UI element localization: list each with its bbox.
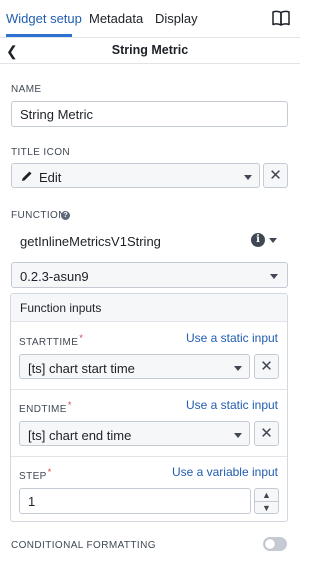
panel-header: ❮ String Metric	[0, 38, 300, 64]
book-icon[interactable]	[272, 10, 290, 26]
function-inputs-panel: Function inputs STARTTIME* Use a static …	[10, 293, 288, 522]
page-title: String Metric	[111, 43, 189, 57]
step-label-text: STEP	[19, 471, 47, 482]
required-marker: *	[79, 333, 84, 343]
starttime-static-input-link[interactable]: Use a static input	[186, 331, 278, 345]
title-icon-label: TITLE ICON	[11, 147, 71, 158]
info-icon[interactable]: i	[251, 233, 265, 247]
pencil-icon	[22, 171, 32, 181]
step-label: STEP*	[19, 467, 52, 482]
starttime-value: [ts] chart start time	[28, 361, 135, 376]
starttime-label-text: STARTTIME	[19, 337, 79, 348]
function-inputs-header: Function inputs	[11, 294, 287, 322]
function-inputs-title: Function inputs	[20, 301, 102, 315]
starttime-select[interactable]: [ts] chart start time	[19, 354, 250, 379]
caret-down-icon	[244, 175, 252, 180]
divider	[11, 456, 287, 457]
divider	[11, 389, 287, 390]
active-tab-indicator	[6, 34, 72, 37]
title-icon-value: Edit	[39, 170, 62, 185]
toggle-knob	[265, 539, 275, 549]
close-icon: ✕	[269, 167, 282, 184]
function-label-text: FUNCTION	[11, 210, 66, 221]
close-icon: ✕	[260, 425, 273, 442]
clear-endtime-button[interactable]: ✕	[254, 421, 279, 446]
step-input[interactable]	[19, 488, 251, 514]
required-marker: *	[67, 400, 72, 410]
caret-down-icon	[234, 433, 242, 438]
endtime-label: ENDTIME*	[19, 400, 72, 415]
function-version-select[interactable]: 0.2.3-asun9	[11, 262, 288, 288]
function-version-value: 0.2.3-asun9	[20, 269, 89, 284]
title-icon-select[interactable]: Edit	[11, 163, 260, 188]
function-value: getInlineMetricsV1String	[20, 234, 161, 249]
endtime-static-input-link[interactable]: Use a static input	[186, 398, 278, 412]
tab-widget-setup[interactable]: Widget setup	[6, 11, 82, 26]
endtime-label-text: ENDTIME	[19, 404, 67, 415]
endtime-value: [ts] chart end time	[28, 428, 132, 443]
chevron-down-icon[interactable]: ▼	[255, 502, 278, 514]
caret-down-icon	[270, 274, 278, 279]
clear-title-icon-button[interactable]: ✕	[263, 163, 288, 188]
chevron-up-icon[interactable]: ▲	[255, 489, 278, 501]
function-select[interactable]: getInlineMetricsV1String i	[11, 226, 288, 253]
endtime-select[interactable]: [ts] chart end time	[19, 421, 250, 446]
function-label: FUNCTION	[11, 210, 66, 221]
close-icon: ✕	[260, 358, 273, 375]
name-input[interactable]	[11, 101, 288, 127]
step-stepper[interactable]: ▲ ▼	[254, 488, 279, 514]
caret-down-icon	[269, 238, 277, 243]
clear-starttime-button[interactable]: ✕	[254, 354, 279, 379]
conditional-formatting-toggle[interactable]	[263, 537, 287, 551]
required-marker: *	[47, 467, 52, 477]
tab-metadata[interactable]: Metadata	[89, 11, 143, 26]
step-variable-input-link[interactable]: Use a variable input	[172, 465, 278, 479]
conditional-formatting-label: CONDITIONAL FORMATTING	[11, 540, 156, 551]
caret-down-icon	[234, 366, 242, 371]
tab-display[interactable]: Display	[155, 11, 198, 26]
help-icon[interactable]: ?	[61, 211, 70, 220]
name-label: NAME	[11, 84, 42, 95]
starttime-label: STARTTIME*	[19, 333, 83, 348]
tab-bar: Widget setup Metadata Display	[0, 0, 300, 38]
